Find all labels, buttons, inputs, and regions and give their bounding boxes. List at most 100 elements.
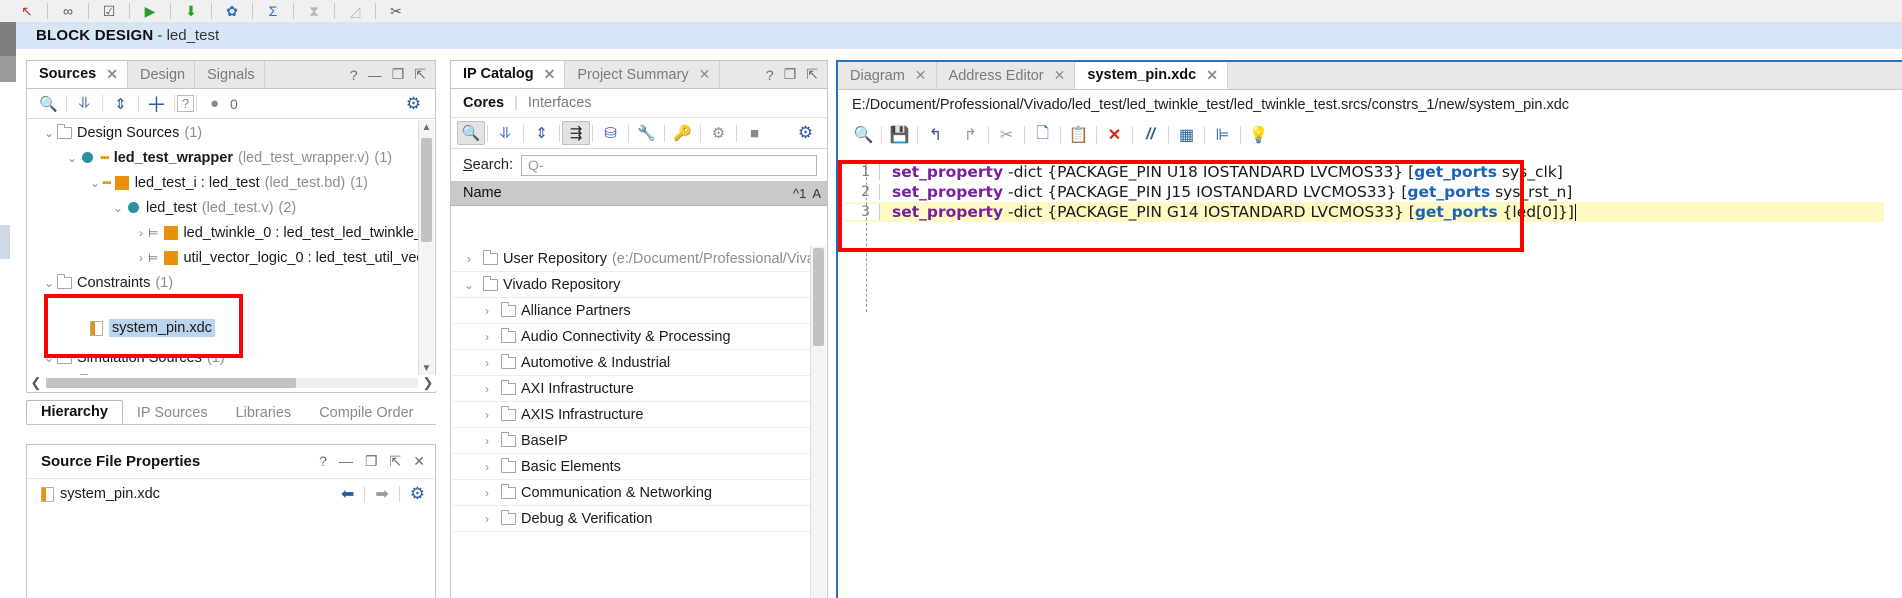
ip-row-audio-connectivity[interactable]: › Audio Connectivity & Processing [452,324,812,350]
scrollbar-track[interactable] [46,378,418,388]
tree-row-constraints[interactable]: ⌄ Constraints (1) [28,270,420,295]
pin-icon[interactable]: ✂ [379,0,413,22]
search-icon[interactable]: 🔍 [457,121,485,145]
link-icon[interactable]: ∞ [51,0,85,22]
annotation-sources-row[interactable]: system_pin.xdc [88,318,215,338]
scroll-up-icon[interactable]: ▲ [419,120,434,135]
rail-block-handle[interactable] [0,56,16,82]
tree-row-util-vector-logic-0[interactable]: › ⊨ util_vector_logic_0 : led_test_util_… [28,245,420,270]
twisty-icon[interactable]: › [480,304,494,318]
float-icon[interactable]: ⇱ [390,453,402,470]
tab-libraries[interactable]: Libraries [221,402,306,424]
rail-vertical-tab[interactable] [0,225,10,259]
scroll-right-icon[interactable]: ❯ [420,375,436,391]
minimize-icon[interactable]: — [339,453,353,470]
help-icon[interactable]: ? [319,453,327,470]
twisty-icon[interactable]: › [134,226,148,240]
ip-catalog-list[interactable]: › User Repository (e:/Document/Professio… [452,246,812,532]
float-icon[interactable]: ⇱ [806,66,818,83]
scroll-left-icon[interactable]: ❮ [28,375,44,391]
ip-row-communication-networking[interactable]: › Communication & Networking [452,480,812,506]
sources-vertical-scrollbar[interactable]: ▲ ▼ [418,120,434,376]
tab-project-summary[interactable]: Project Summary ✕ [565,61,721,88]
ip-row-baseip[interactable]: › BaseIP [452,428,812,454]
ip-catalog-vertical-scrollbar[interactable] [810,246,826,598]
twisty-icon[interactable]: ⌄ [65,151,79,165]
delete-x-icon[interactable]: ✕ [1097,123,1132,147]
tree-row-led-twinkle-0[interactable]: › ⊨ led_twinkle_0 : led_test_led_twinkle… [28,220,420,245]
indent-icon[interactable]: ⊫ [1205,123,1240,147]
columns-icon[interactable]: ▦ [1169,123,1204,147]
maximize-icon[interactable]: ❐ [365,453,378,470]
expand-all-icon[interactable]: ⇕ [105,92,136,116]
tree-row-led-test-i[interactable]: ⌄ ▪▪▪ led_test_i : led_test (led_test.bd… [28,170,420,195]
tree-row-design-sources[interactable]: ⌄ Design Sources (1) [28,120,420,145]
column-name-header[interactable]: Name [451,185,793,201]
scroll-down-icon[interactable]: ▼ [419,361,434,376]
code-line[interactable]: 1 set_property -dict {PACKAGE_PIN U18 IO… [844,162,1884,182]
group-icon[interactable]: ⇶ [562,121,590,145]
tab-hierarchy[interactable]: Hierarchy [26,400,123,424]
twisty-icon[interactable]: ⌄ [42,126,56,140]
tab-address-editor[interactable]: Address Editor ✕ [936,62,1076,89]
twisty-icon[interactable]: › [480,460,494,474]
code-line-active[interactable]: 3 set_property -dict {PACKAGE_PIN G14 IO… [844,202,1884,222]
run-play-icon[interactable]: ▶ [133,0,167,22]
ip-row-basic-elements[interactable]: › Basic Elements [452,454,812,480]
twisty-icon[interactable]: › [480,486,494,500]
twisty-icon[interactable]: › [480,330,494,344]
search-icon[interactable]: 🔍 [33,92,64,116]
close-icon[interactable]: ✕ [106,66,118,83]
expand-all-icon[interactable]: ⇕ [526,121,557,145]
twisty-icon[interactable]: › [134,251,148,265]
cursor-arrow-icon[interactable]: ↖ [10,0,44,22]
twisty-icon[interactable]: ⌄ [88,176,102,190]
twisty-icon[interactable]: ⌄ [462,278,476,292]
twisty-icon[interactable]: ⌄ [111,201,125,215]
tab-ip-sources[interactable]: IP Sources [122,402,222,424]
help-icon[interactable]: ? [766,67,774,83]
ip-row-automotive-industrial[interactable]: › Automotive & Industrial [452,350,812,376]
tab-system-pin-xdc[interactable]: system_pin.xdc ✕ [1075,62,1228,89]
stop-icon[interactable]: ■ [739,121,770,145]
cut-icon[interactable]: ✂ [989,123,1024,147]
twisty-icon[interactable]: › [480,434,494,448]
search-input[interactable]: Q- [520,154,817,176]
maximize-icon[interactable]: ❐ [392,66,405,83]
ip-row-alliance-partners[interactable]: › Alliance Partners [452,298,812,324]
minimize-icon[interactable]: — [368,67,382,83]
tab-compile-order[interactable]: Compile Order [305,402,428,424]
tab-sources[interactable]: Sources ✕ [27,61,128,88]
key-icon[interactable]: 🔑 [667,121,698,145]
tab-cores[interactable]: Cores [463,95,504,111]
close-icon[interactable]: ✕ [413,453,425,470]
gear-icon[interactable]: ⚙ [790,121,821,145]
sort-column-label[interactable]: A [812,186,827,201]
scrollbar-thumb[interactable] [421,138,432,242]
scrollbar-thumb[interactable] [46,378,296,388]
forward-arrow-icon[interactable]: ➡ [375,484,388,504]
wrench-icon[interactable]: 🔧 [631,121,662,145]
ip-row-debug-verification[interactable]: › Debug & Verification [452,506,812,532]
close-icon[interactable]: ✕ [915,67,927,84]
code-editor-content[interactable]: 1 set_property -dict {PACKAGE_PIN U18 IO… [844,162,1884,222]
sort-indicator[interactable]: ^1 [793,186,812,201]
collapse-all-icon[interactable]: ⥥ [69,92,100,116]
help-icon[interactable]: ? [350,67,358,83]
sigma-icon[interactable]: Σ [256,0,290,22]
close-icon[interactable]: ✕ [1054,67,1066,84]
tab-interfaces[interactable]: Interfaces [528,95,592,111]
float-icon[interactable]: ⇱ [414,66,426,83]
close-icon[interactable]: ✕ [1206,67,1218,84]
gear-icon[interactable]: ⚙ [410,484,425,504]
bulb-icon[interactable]: 💡 [1241,123,1276,147]
twisty-icon[interactable]: › [480,512,494,526]
back-arrow-icon[interactable]: ⬅ [341,484,354,504]
settings-gear-icon[interactable]: ✿ [215,0,249,22]
paste-icon[interactable]: 📋 [1061,123,1096,147]
hierarchy-icon[interactable]: ⛁ [595,121,626,145]
minimize-icon[interactable]: ❐ [784,66,797,83]
checklist-icon[interactable]: ☑ [92,0,126,22]
add-sources-icon[interactable]: ＋ [141,92,172,117]
undo-icon[interactable]: ↰ [918,123,953,147]
